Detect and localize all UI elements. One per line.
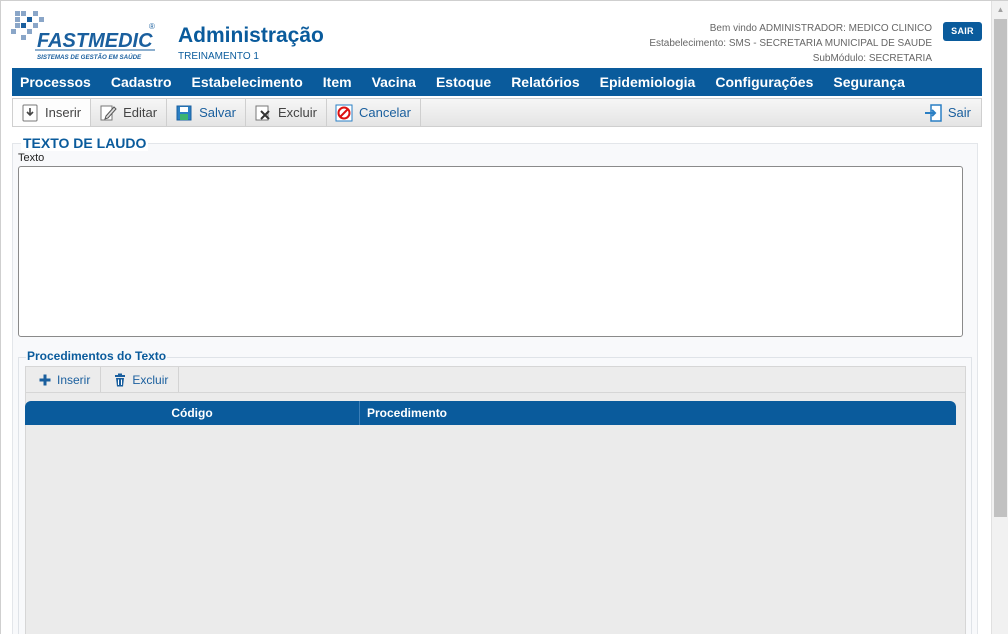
procedures-title: Procedimentos do Texto [26,349,168,363]
menu-estoque[interactable]: Estoque [436,74,491,90]
insert-icon [21,104,39,122]
column-header-codigo[interactable]: Código [25,401,360,425]
menu-configuracoes[interactable]: Configurações [715,74,813,90]
scroll-up-arrow-icon[interactable]: ▲ [992,3,1008,17]
laudo-text-field[interactable] [18,166,963,337]
plus-icon [38,373,52,387]
procedures-toolbar: Inserir Excluir [25,366,966,393]
cancel-icon [335,104,353,122]
save-label: Salvar [199,105,236,120]
procedures-grid [25,393,966,634]
exit-icon [924,103,942,122]
menu-relatorios[interactable]: Relatórios [511,74,579,90]
menu-seguranca[interactable]: Segurança [833,74,905,90]
welcome-text: Bem vindo ADMINISTRADOR: MEDICO CLINICO [709,23,932,34]
column-header-procedimento[interactable]: Procedimento [360,401,447,425]
user-info: Bem vindo ADMINISTRADOR: MEDICO CLINICO … [649,21,932,66]
app-window: FASTMEDIC SISTEMAS DE GESTÃO EM SAÚDE ® … [0,0,1008,634]
edit-button[interactable]: Editar [91,99,168,126]
insert-label: Inserir [45,105,82,120]
insert-button[interactable]: Inserir [13,99,92,126]
page-scrollbar[interactable]: ▲ [991,1,1008,634]
save-button[interactable]: Salvar [167,99,246,126]
page-title: Administração [178,24,324,47]
logout-button[interactable]: SAIR [943,22,982,41]
delete-button[interactable]: Excluir [246,99,327,126]
menu-estabelecimento[interactable]: Estabelecimento [192,74,303,90]
edit-icon [99,104,117,122]
scroll-thumb[interactable] [994,19,1007,517]
section-title: TEXTO DE LAUDO [21,135,149,151]
main-menu: Processos Cadastro Estabelecimento Item … [12,68,982,96]
delete-icon [254,104,272,122]
trash-icon [113,373,127,387]
menu-cadastro[interactable]: Cadastro [111,74,172,90]
logo-tagline: SISTEMAS DE GESTÃO EM SAÚDE [37,54,142,61]
menu-vacina[interactable]: Vacina [372,74,416,90]
registered-mark: ® [149,22,155,31]
procedure-delete-button[interactable]: Excluir [101,367,180,392]
procedure-insert-button[interactable]: Inserir [26,367,102,392]
action-toolbar: Inserir Editar Salvar Excluir Cancelar S… [12,98,982,127]
exit-button[interactable]: Sair [916,99,981,126]
page-subtitle: TREINAMENTO 1 [178,51,259,62]
edit-label: Editar [123,105,158,120]
delete-label: Excluir [277,105,317,120]
cancel-label: Cancelar [358,105,411,120]
establishment-text: Estabelecimento: SMS - SECRETARIA MUNICI… [649,38,932,49]
menu-item[interactable]: Item [323,74,352,90]
logo-text: FASTMEDIC [37,30,153,52]
submodule-text: SubMódulo: SECRETARIA [812,53,932,64]
save-icon [175,104,193,122]
fastmedic-logo: FASTMEDIC SISTEMAS DE GESTÃO EM SAÚDE ® [11,7,161,63]
text-label: Texto [18,152,45,164]
cancel-button[interactable]: Cancelar [327,99,421,126]
exit-label: Sair [947,105,971,120]
procedure-delete-label: Excluir [132,372,169,387]
menu-epidemiologia[interactable]: Epidemiologia [600,74,696,90]
menu-processos[interactable]: Processos [20,74,91,90]
procedures-grid-header: Código Procedimento [25,401,956,425]
procedure-insert-label: Inserir [57,372,91,387]
